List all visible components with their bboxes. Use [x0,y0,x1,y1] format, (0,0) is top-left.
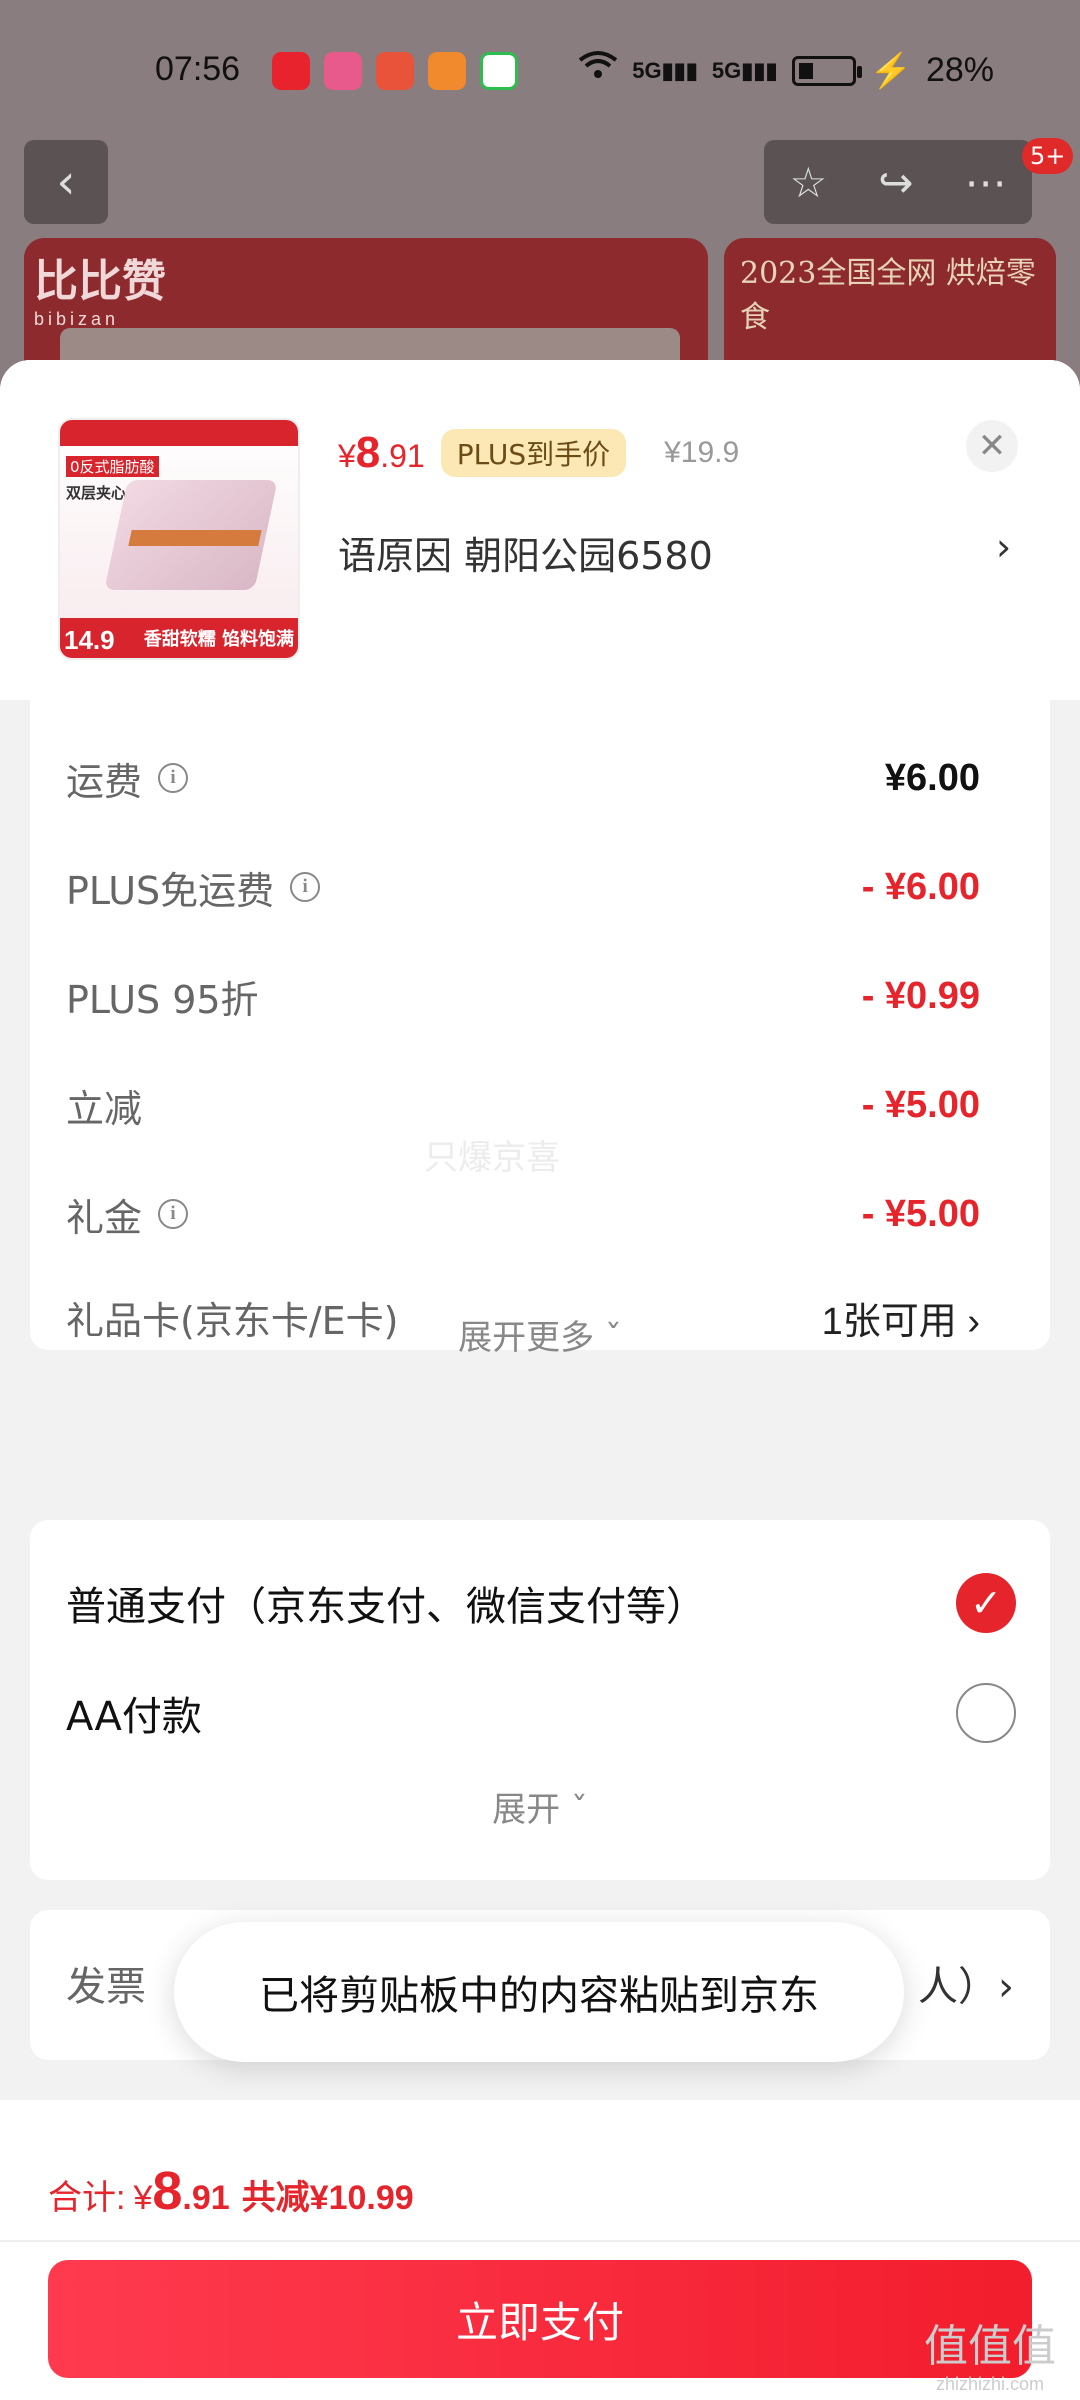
divider [0,2240,1080,2242]
chevron-left-icon: ‹ [56,154,76,210]
top-action-group: ☆ ↪ ⋯ [764,140,1032,224]
more-icon[interactable]: ⋯ [964,158,1006,207]
total-row: 合计: ¥ 8 .91 共减¥10.99 [48,2161,414,2221]
charging-icon: ⚡ [869,51,912,90]
product-image: 0反式脂肪酸 双层夹心 香甜软糯 馅料饱满 14.9 [58,418,300,660]
product-header: 0反式脂肪酸 双层夹心 香甜软糯 馅料饱满 14.9 ¥8.91 PLUS到手价… [0,360,1080,700]
banner-logo: 比比赞 bibizan [34,257,166,329]
back-button[interactable]: ‹ [24,140,108,224]
site-watermark: 值值值 zhizhizhi.com [924,2321,1056,2394]
status-bar: 07:56 5G▮▮▮ 5G▮▮▮ ⚡ 28% [0,50,1080,94]
checkout-sheet: 0反式脂肪酸 双层夹心 香甜软糯 馅料饱满 14.9 ¥8.91 PLUS到手价… [0,360,1080,2400]
fee-row-plus-free-shipping: PLUS免运费 i - ¥6.00 [66,865,980,913]
app-icon [376,52,414,90]
info-icon[interactable]: i [158,1199,189,1229]
price-row: ¥8.91 PLUS到手价 ¥19.9 [338,428,739,478]
clipboard-toast: 已将剪贴板中的内容粘贴到京东 [174,1922,904,2062]
fee-row-gift-money: 礼金 i - ¥5.00 [66,1192,980,1240]
chevron-right-icon[interactable]: › [996,525,1011,569]
app-icon [428,52,466,90]
status-time: 07:56 [155,50,241,88]
checkout-footer: 合计: ¥ 8 .91 共减¥10.99 立即支付 [0,2100,1080,2400]
fees-expand-more[interactable]: 展开更多 ˇ [30,1310,1050,1359]
signal-icon: 5G▮▮▮ [632,57,698,83]
status-app-icons [272,52,518,90]
radio-empty-icon[interactable] [956,1683,1016,1743]
close-button[interactable]: ✕ [966,420,1018,472]
close-icon: ✕ [977,426,1007,466]
battery-percent: 28% [925,51,994,89]
plus-price-tag: PLUS到手价 [440,429,627,477]
payment-method-card: 普通支付（京东支付、微信支付等） ✓ AA付款 展开 ˇ [30,1520,1050,1880]
radio-checked-icon[interactable]: ✓ [956,1573,1016,1633]
invoice-label: 发票 [66,1964,146,2010]
current-price: ¥8.91 [338,428,425,477]
wifi-icon [578,50,618,91]
signal-icon: 5G▮▮▮ [711,57,778,83]
battery-icon [791,55,862,86]
fee-row-shipping: 运费 i ¥6.00 [66,756,980,804]
fee-row-plus-discount: PLUS 95折 - ¥0.99 [66,974,980,1022]
message-badge: 5+ [1022,138,1074,174]
invoice-value[interactable]: 人）› [918,1954,1014,2012]
ghost-watermark: 只爆京喜 [424,1138,560,1178]
fee-row-instant-reduction: 立减 - ¥5.00 [66,1083,980,1131]
pay-now-button[interactable]: 立即支付 [48,2260,1032,2378]
status-right: 5G▮▮▮ 5G▮▮▮ ⚡ 28% [578,50,994,91]
notification-app-icon [272,52,310,90]
payment-option-aa[interactable]: AA付款 [66,1678,1016,1748]
share-icon[interactable]: ↪ [878,158,913,207]
original-price: ¥19.9 [664,436,740,469]
star-icon[interactable]: ☆ [790,158,828,207]
app-icon [480,52,518,90]
payment-expand[interactable]: 展开 ˇ [30,1782,1050,1831]
info-icon[interactable]: i [290,872,321,902]
info-icon[interactable]: i [158,763,189,793]
background-page: 07:56 5G▮▮▮ 5G▮▮▮ ⚡ 28% ‹ ☆ ↪ ⋯ 5+ 比比赞 b… [0,0,1080,420]
delivery-address[interactable]: 语原因 朝阳公园6580 [338,525,713,580]
fee-breakdown-card: 运费 i ¥6.00 PLUS免运费 i - ¥6.00 PLUS 95折 - … [30,700,1050,1358]
app-icon [324,52,362,90]
payment-option-normal[interactable]: 普通支付（京东支付、微信支付等） ✓ [66,1568,1016,1638]
